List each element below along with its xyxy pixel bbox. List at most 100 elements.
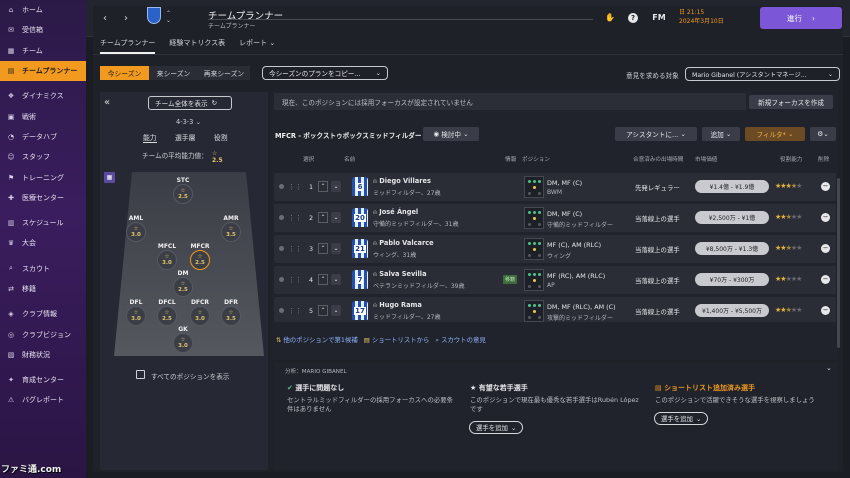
tab-report[interactable]: レポート ⌄ [239, 38, 275, 54]
collapse-icon[interactable]: « [104, 97, 110, 108]
row-select-radio[interactable] [279, 246, 284, 251]
col-info[interactable]: 情報 [505, 155, 516, 163]
position-dfr[interactable]: DFR ☆ 3.5 [216, 299, 246, 326]
remove-icon[interactable]: − [821, 213, 830, 222]
sidebar-item-10[interactable]: ✚ 医療センター [0, 188, 86, 208]
row-select-radio[interactable] [279, 308, 284, 313]
player-name[interactable]: ⍝ Diego Villares [373, 177, 431, 186]
move-up-icon[interactable]: ⌃ [318, 274, 328, 285]
sidebar-item-7[interactable]: ◔ データハブ [0, 127, 86, 147]
sidebar-item-17[interactable]: ▧ 財務状況 [0, 345, 86, 365]
position-stc[interactable]: STC ☆ 2.5 [168, 177, 198, 204]
sidebar-item-12[interactable]: ♛ 大会 [0, 233, 86, 253]
move-down-icon[interactable]: ⌄ [331, 212, 341, 223]
player-name[interactable]: ⍝ Pablo Valcarce [373, 239, 434, 248]
add-dropdown[interactable]: 追加 ⌄ [702, 127, 740, 141]
remove-icon[interactable]: − [821, 244, 830, 253]
settings-gear-icon[interactable]: ⚙⌄ [810, 127, 836, 141]
position-dm[interactable]: DM ☆ 2.5 [168, 270, 198, 297]
other-positions-link[interactable]: ⇅ 他のポジションで第1候補 [276, 335, 358, 345]
sidebar-item-18[interactable]: ✦ 育成センター [0, 370, 86, 390]
sidebar-item-9[interactable]: ⚑ トレーニング [0, 167, 86, 187]
add-player-button-young[interactable]: 選手を追加 ⌄ [469, 421, 524, 434]
show-team-button[interactable]: チーム全体を表示 ↻ [148, 96, 232, 110]
forward-arrow-icon[interactable]: › [124, 13, 128, 24]
move-down-icon[interactable]: ⌄ [331, 274, 341, 285]
sidebar-item-13[interactable]: ⌕ スカウト [0, 259, 86, 279]
sidebar-item-11[interactable]: ▥ スケジュール [0, 213, 86, 233]
row-select-radio[interactable] [279, 184, 284, 189]
move-down-icon[interactable]: ⌄ [331, 181, 341, 192]
position-dfcr[interactable]: DFCR ☆ 3.0 [185, 299, 215, 326]
assistant-dropdown[interactable]: アシスタントに... ⌄ [615, 127, 697, 141]
player-row[interactable]: ⋮⋮ 5 ⌃ ⌄ 17 ⍝ Hugo Rama ミッドフィルダー、27歳 DM, MF (RL… [274, 297, 836, 322]
help-icon[interactable]: ? [628, 13, 638, 23]
tab-this-season[interactable]: 今シーズン [100, 66, 149, 80]
club-crest-icon[interactable] [147, 7, 161, 24]
drag-handle-icon[interactable]: ⋮⋮ [288, 245, 302, 253]
sidebar-item-19[interactable]: ⚠ バグレポート [0, 390, 86, 410]
sidebar-item-1[interactable]: ⌂ ホーム [0, 0, 86, 20]
grid-view-icon[interactable]: ▦ [104, 172, 115, 183]
opinion-dropdown[interactable]: Mario Gibanel (アシスタントマネージ... ⌄ [685, 67, 840, 81]
hand-icon[interactable]: ✋ [605, 13, 615, 23]
col-name[interactable]: 名前 [344, 155, 355, 163]
position-gk[interactable]: GK ☆ 3.0 [168, 326, 198, 353]
shortlist-link[interactable]: ▤ ショートリストから [364, 335, 430, 345]
player-name[interactable]: ⍝ José Ángel [373, 208, 418, 217]
fm-logo[interactable]: FM [652, 13, 666, 23]
move-down-icon[interactable]: ⌄ [331, 243, 341, 254]
list-scrollbar[interactable] [837, 178, 840, 348]
show-all-positions-checkbox[interactable] [136, 370, 145, 379]
drag-handle-icon[interactable]: ⋮⋮ [288, 276, 302, 284]
copy-plan-dropdown[interactable]: 今シーズンのプランをコピー... ⌄ [262, 66, 388, 80]
proceed-button[interactable]: 進行 › [760, 7, 842, 29]
position-dfl[interactable]: DFL ☆ 3.0 [121, 299, 151, 326]
sidebar-item-14[interactable]: ⇄ 移籍 [0, 279, 86, 299]
tab-depth[interactable]: 選手層 [175, 132, 195, 142]
sidebar-item-4[interactable]: ▤ チームプランナー [0, 60, 86, 82]
drag-handle-icon[interactable]: ⋮⋮ [288, 307, 302, 315]
move-up-icon[interactable]: ⌃ [318, 305, 328, 316]
sidebar-item-3[interactable]: ▦ チーム [0, 41, 86, 61]
col-position[interactable]: ポジション [522, 155, 550, 163]
filter-dropdown[interactable]: フィルタ* ⌄ [745, 127, 805, 141]
tab-team-planner[interactable]: チームプランナー [100, 38, 156, 54]
collapse-chevron-icon[interactable]: ⌄ [826, 364, 832, 372]
remove-icon[interactable]: − [821, 182, 830, 191]
tab-role[interactable]: 役割 [214, 132, 228, 142]
sidebar-item-16[interactable]: ◎ クラブビジョン [0, 324, 86, 344]
new-focus-button[interactable]: 新規フォーカスを作成 [749, 95, 833, 109]
player-name[interactable]: ⍝ Hugo Rama [373, 301, 422, 310]
sidebar-item-8[interactable]: ☺ スタッフ [0, 147, 86, 167]
col-select[interactable]: 選択 [303, 155, 314, 163]
move-up-icon[interactable]: ⌃ [318, 212, 328, 223]
scout-opinion-link[interactable]: ⌕ スカウトの意見 [435, 335, 485, 345]
position-mfcr[interactable]: MFCR ☆ 2.5 [185, 243, 215, 270]
position-mfcl[interactable]: MFCL ☆ 3.0 [152, 243, 182, 270]
remove-icon[interactable]: − [821, 306, 830, 315]
col-delete[interactable]: 削除 [818, 155, 829, 163]
sidebar-item-6[interactable]: ▣ 戦術 [0, 106, 86, 126]
tab-experience-matrix[interactable]: 経験マトリクス表 [169, 38, 225, 54]
sidebar-item-15[interactable]: ◈ クラブ情報 [0, 304, 86, 324]
col-role-ability[interactable]: 役割能力 [780, 155, 802, 163]
player-row[interactable]: ⋮⋮ 2 ⌃ ⌄ 20 ⍝ José Ángel 守備的ミッドフィルダー、31歳 DM, MF… [274, 204, 836, 232]
move-up-icon[interactable]: ⌃ [318, 181, 328, 192]
row-select-radio[interactable] [279, 215, 284, 220]
remove-icon[interactable]: − [821, 275, 830, 284]
col-market-value[interactable]: 市場価値 [695, 155, 717, 163]
move-down-icon[interactable]: ⌄ [331, 305, 341, 316]
back-arrow-icon[interactable]: ‹ [103, 13, 107, 24]
tab-next-season[interactable]: 来シーズン [149, 66, 198, 80]
player-row[interactable]: ⋮⋮ 1 ⌃ ⌄ 6 ⍝ Diego Villares ミッドフィルダー、27歳 DM, MF… [274, 173, 836, 201]
tab-season-after-next[interactable]: 再来シーズン [198, 66, 250, 80]
sidebar-item-5[interactable]: ❖ ダイナミクス [0, 86, 86, 106]
add-player-button-shortlist[interactable]: 選手を追加 ⌄ [654, 412, 709, 425]
player-name[interactable]: ⍝ Salva Sevilla [373, 270, 427, 279]
position-dfcl[interactable]: DFCL ☆ 2.5 [152, 299, 182, 326]
tab-ability[interactable]: 能力 [143, 132, 157, 143]
position-amr[interactable]: AMR ☆ 3.5 [216, 215, 246, 242]
review-dropdown[interactable]: ◉ 検討中 ⌄ [423, 127, 479, 141]
drag-handle-icon[interactable]: ⋮⋮ [288, 183, 302, 191]
